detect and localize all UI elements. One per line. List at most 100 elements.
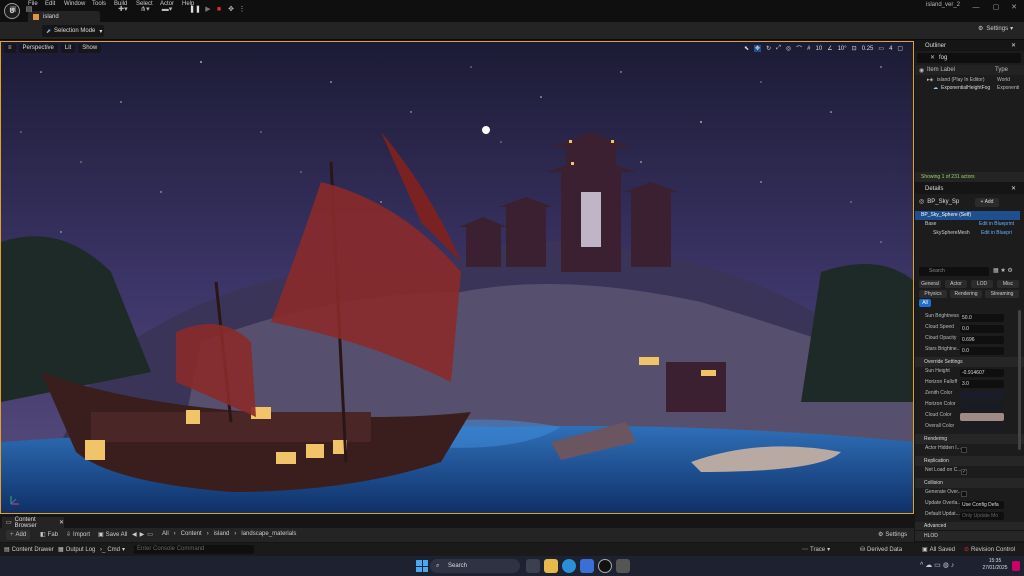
section-advanced[interactable]: Advanced <box>915 522 1024 530</box>
category-general[interactable]: General <box>919 280 941 288</box>
taskbar-search[interactable]: ⌕ Search <box>430 559 520 573</box>
project-tab[interactable]: island <box>28 11 100 22</box>
close-icon[interactable]: ✕ <box>59 519 64 526</box>
scale-tool-icon[interactable]: ⤢ <box>776 45 781 52</box>
actor-name[interactable]: BP_Sky_Sp <box>927 199 959 205</box>
more-icon[interactable]: ⋮ <box>239 3 246 15</box>
property-dropdown[interactable]: Use Config Defa <box>960 501 1004 509</box>
content-browser-tab[interactable]: ▭ Content Browser ✕ <box>2 517 64 529</box>
fab-button[interactable]: ◧ Fab <box>40 531 58 539</box>
color-swatch[interactable] <box>960 402 1004 410</box>
perspective-button[interactable]: Perspective <box>18 44 58 53</box>
lit-button[interactable]: Lit <box>60 44 76 53</box>
surface-snap-icon[interactable]: ⌒ <box>796 44 802 53</box>
property-value[interactable]: 3.0 <box>960 380 1004 388</box>
property-value[interactable]: 50.0 <box>960 314 1004 322</box>
column-item-label[interactable]: Item Label <box>927 67 955 73</box>
back-icon[interactable]: ◀ <box>132 531 137 538</box>
level-viewport[interactable] <box>0 41 914 514</box>
console-command-input[interactable]: Enter Console Command <box>134 545 254 554</box>
scale-snap-value[interactable]: 0.25 <box>862 46 874 52</box>
scale-snap-icon[interactable]: ⊡ <box>852 45 857 52</box>
category-actor[interactable]: Actor <box>945 280 967 288</box>
move-tool-icon[interactable]: ✥ <box>754 45 762 52</box>
notification-icon[interactable] <box>1012 561 1020 571</box>
rotation-snap-icon[interactable]: ∠ <box>827 45 832 52</box>
breadcrumb-item[interactable]: All <box>162 531 169 537</box>
select-tool-icon[interactable]: ⬉ <box>744 45 749 52</box>
details-scrollbar[interactable] <box>1018 310 1021 450</box>
checkbox[interactable] <box>961 447 967 453</box>
section-replication[interactable]: Replication <box>915 456 1024 466</box>
settings-button[interactable]: ⚙ Settings ▾ <box>978 25 1013 33</box>
visibility-icon[interactable]: ◉ <box>919 67 924 74</box>
column-type[interactable]: Type <box>995 67 1008 73</box>
category-physics[interactable]: Physics <box>919 290 947 298</box>
close-icon[interactable]: ✕ <box>1004 2 1024 12</box>
rotate-tool-icon[interactable]: ↻ <box>766 45 771 52</box>
content-drawer-button[interactable]: ▤ Content Drawer <box>4 546 54 554</box>
section-collision[interactable]: Collision <box>915 478 1024 488</box>
menu-edit[interactable]: Edit <box>45 1 55 7</box>
unreal-engine-taskbar-icon[interactable] <box>598 559 612 573</box>
clock[interactable]: 15:35 27/01/2025 <box>980 558 1010 572</box>
property-value[interactable]: -0.914607 <box>960 369 1004 377</box>
close-icon[interactable]: ✕ <box>1011 184 1016 194</box>
menu-window[interactable]: Window <box>64 1 85 7</box>
cinematics-icon[interactable]: ▬▾ <box>160 3 174 15</box>
details-view-options-icon[interactable]: ▦ ★ ⚙ <box>993 267 1013 274</box>
edit-in-blueprint-link[interactable]: Edit in Blueprint <box>979 221 1014 227</box>
system-tray-icons[interactable]: ^ ☁ ▭ ◍ ♪ <box>920 561 954 569</box>
derived-data-button[interactable]: ⛁ Derived Data <box>860 546 902 554</box>
outliner-row[interactable]: ▸◈ island (Play In Editor) World <box>915 77 1024 85</box>
minimize-icon[interactable]: — <box>966 2 986 12</box>
world-space-icon[interactable]: ◎ <box>786 45 791 52</box>
save-icon[interactable]: ▣ <box>8 3 18 15</box>
app-icon[interactable] <box>616 559 630 573</box>
clear-search-icon[interactable]: ✕ <box>930 54 935 61</box>
add-button[interactable]: + Add <box>6 530 31 540</box>
add-component-button[interactable]: + Add <box>975 198 999 207</box>
maximize-icon[interactable]: ▢ <box>986 2 1006 12</box>
grid-snap-value[interactable]: 10 <box>816 46 823 52</box>
category-misc[interactable]: Misc <box>997 280 1019 288</box>
file-explorer-icon[interactable] <box>544 559 558 573</box>
section-hlod[interactable]: HLOD <box>915 531 1024 541</box>
breadcrumb-item[interactable]: island <box>214 531 230 537</box>
task-view-icon[interactable] <box>526 559 540 573</box>
component-row-self[interactable]: BP_Sky_Sphere (Self) <box>915 211 1020 220</box>
outliner-row[interactable]: ☁ ExponentialHeightFog Exponenti <box>915 85 1024 93</box>
edit-in-blueprint-link[interactable]: Edit in Bluepri <box>981 230 1012 236</box>
viewport-menu-button[interactable]: ≡ <box>4 44 16 53</box>
category-lod[interactable]: LOD <box>971 280 993 288</box>
section-rendering[interactable]: Rendering <box>915 434 1024 444</box>
checkbox-checked[interactable]: ✓ <box>961 469 967 475</box>
revision-control-button[interactable]: ⊘ Revision Control <box>964 546 1015 554</box>
windows-start-icon[interactable] <box>416 560 428 572</box>
content-browser-settings[interactable]: ⚙ Settings <box>878 531 907 539</box>
details-search-input[interactable]: Search <box>919 267 989 276</box>
selection-mode-dropdown[interactable]: ⬈ Selection Mode ▾ <box>42 25 104 37</box>
all-saved-indicator[interactable]: ▣ All Saved <box>922 546 955 554</box>
store-icon[interactable] <box>580 559 594 573</box>
color-swatch[interactable] <box>960 413 1004 421</box>
close-icon[interactable]: ✕ <box>1011 41 1016 51</box>
section-override-settings[interactable]: Override Settings <box>915 357 1024 367</box>
browse-icon[interactable]: ▤ <box>24 3 34 15</box>
property-value[interactable]: 0.696 <box>960 336 1004 344</box>
cmd-dropdown[interactable]: ›_ Cmd ▾ <box>100 546 125 554</box>
breadcrumb-item[interactable]: landscape_materials <box>241 531 296 537</box>
menu-tools[interactable]: Tools <box>92 1 106 7</box>
play-icon[interactable]: ▶ <box>203 3 213 15</box>
grid-snap-icon[interactable]: # <box>807 46 810 52</box>
breadcrumb-item[interactable]: Content <box>181 531 202 537</box>
camera-speed-value[interactable]: 4 <box>889 46 892 52</box>
checkbox[interactable] <box>961 491 967 497</box>
camera-speed-icon[interactable]: ▭ <box>878 45 884 52</box>
property-value[interactable]: 0.0 <box>960 325 1004 333</box>
gamepad-icon[interactable]: ✥ <box>226 3 236 15</box>
blueprint-icon[interactable]: ⋔▾ <box>138 3 152 15</box>
forward-icon[interactable]: ▶ <box>140 531 145 538</box>
category-rendering[interactable]: Rendering <box>950 290 982 298</box>
property-value[interactable]: 0.0 <box>960 347 1004 355</box>
